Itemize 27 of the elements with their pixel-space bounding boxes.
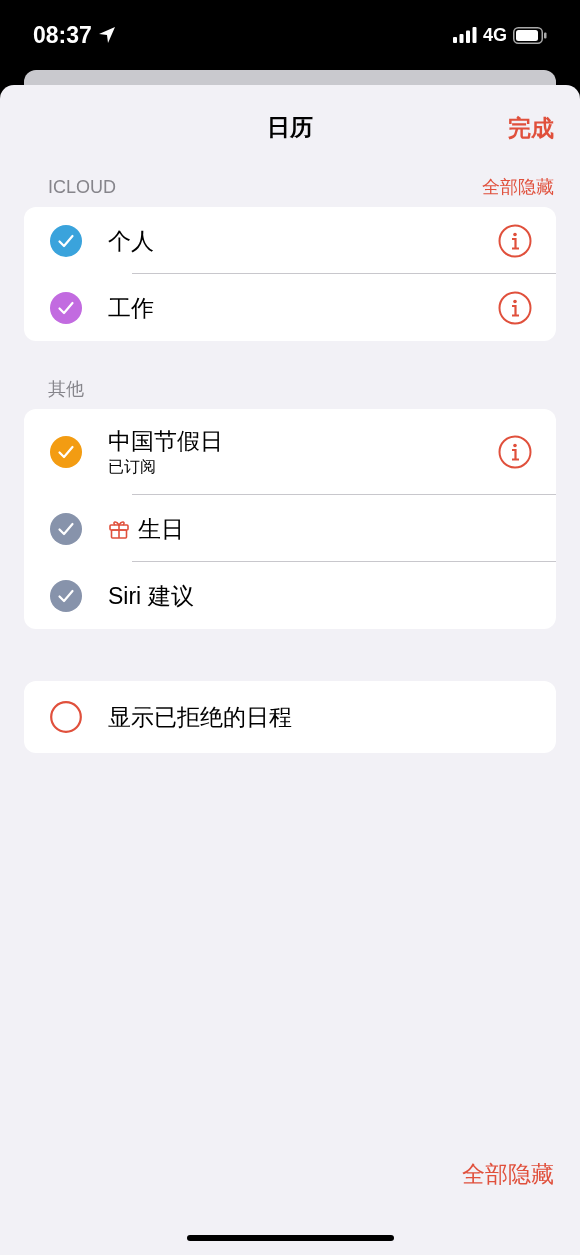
checked-circle-icon[interactable] — [50, 579, 82, 612]
calendar-name: 中国节假日 — [108, 427, 223, 456]
battery-icon — [513, 26, 547, 44]
checked-circle-icon[interactable] — [50, 436, 82, 468]
section-header: ICLOUD — [48, 176, 116, 199]
checked-circle-icon[interactable] — [50, 291, 82, 324]
signal-icon — [453, 27, 477, 43]
checked-circle-icon[interactable] — [50, 224, 82, 257]
calendar-name: 工作 — [108, 293, 154, 323]
calendar-name: 个人 — [108, 226, 154, 256]
network-label: 4G — [483, 23, 507, 47]
sheet-title: 日历 — [267, 112, 313, 142]
section-header: 其他 — [48, 378, 84, 401]
hide-all-button[interactable]: 全部隐藏 — [482, 174, 554, 201]
hide-all-button[interactable]: 全部隐藏 — [462, 1157, 554, 1192]
info-icon[interactable] — [498, 435, 532, 469]
calendar-name: Siri 建议 — [108, 581, 194, 611]
checked-circle-icon[interactable] — [50, 512, 82, 545]
calendar-subtitle: 已订阅 — [108, 457, 157, 477]
empty-circle-icon[interactable] — [50, 701, 82, 733]
location-arrow-icon — [97, 26, 116, 44]
calendar-name: 生日 — [138, 514, 184, 544]
declined-events-label: 显示已拒绝的日程 — [108, 702, 292, 732]
done-button[interactable]: 完成 — [508, 111, 554, 146]
status-time: 08:37 — [33, 20, 92, 50]
info-icon[interactable] — [498, 223, 532, 258]
info-icon[interactable] — [498, 290, 532, 325]
